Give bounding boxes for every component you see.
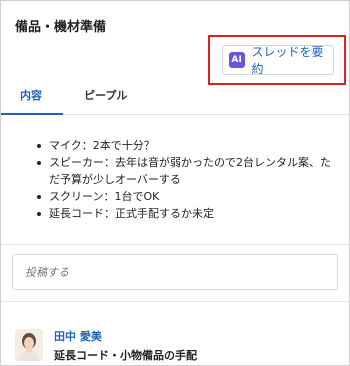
avatar[interactable] [15, 329, 43, 361]
divider [1, 301, 349, 302]
tab-content[interactable]: 内容 [1, 87, 63, 115]
summarize-thread-button[interactable]: AI スレッドを要約 [222, 45, 334, 76]
thread-author[interactable]: 田中 愛美 [54, 328, 102, 344]
tab-people[interactable]: ピープル [84, 87, 127, 103]
list-item: マイク：2本で十分？ [37, 137, 337, 154]
thread-title[interactable]: 延長コード・小物備品の手配 [54, 347, 197, 363]
list-item: スピーカー：去年は音が弱かったので2台レンタル案、ただ予算が少しオーバーする [37, 154, 337, 188]
summarize-thread-label: スレッドを要約 [251, 45, 324, 76]
post-input[interactable] [12, 254, 338, 290]
page-title: 備品・機材準備 [15, 20, 107, 35]
list-item: 延長コード：正式手配するか未定 [37, 205, 337, 222]
avatar-image [15, 329, 43, 361]
thread-panel: 備品・機材準備 AI スレッドを要約 内容 ピープル マイク：2本で十分？ スピ… [0, 0, 350, 366]
list-item: スクリーン：1台でOK [37, 188, 337, 205]
ai-icon: AI [229, 52, 245, 68]
tab-bar: 内容 ピープル [1, 75, 349, 115]
thread-content: マイク：2本で十分？ スピーカー：去年は音が弱かったので2台レンタル案、ただ予算… [1, 115, 349, 245]
content-list: マイク：2本で十分？ スピーカー：去年は音が弱かったので2台レンタル案、ただ予算… [37, 137, 337, 222]
